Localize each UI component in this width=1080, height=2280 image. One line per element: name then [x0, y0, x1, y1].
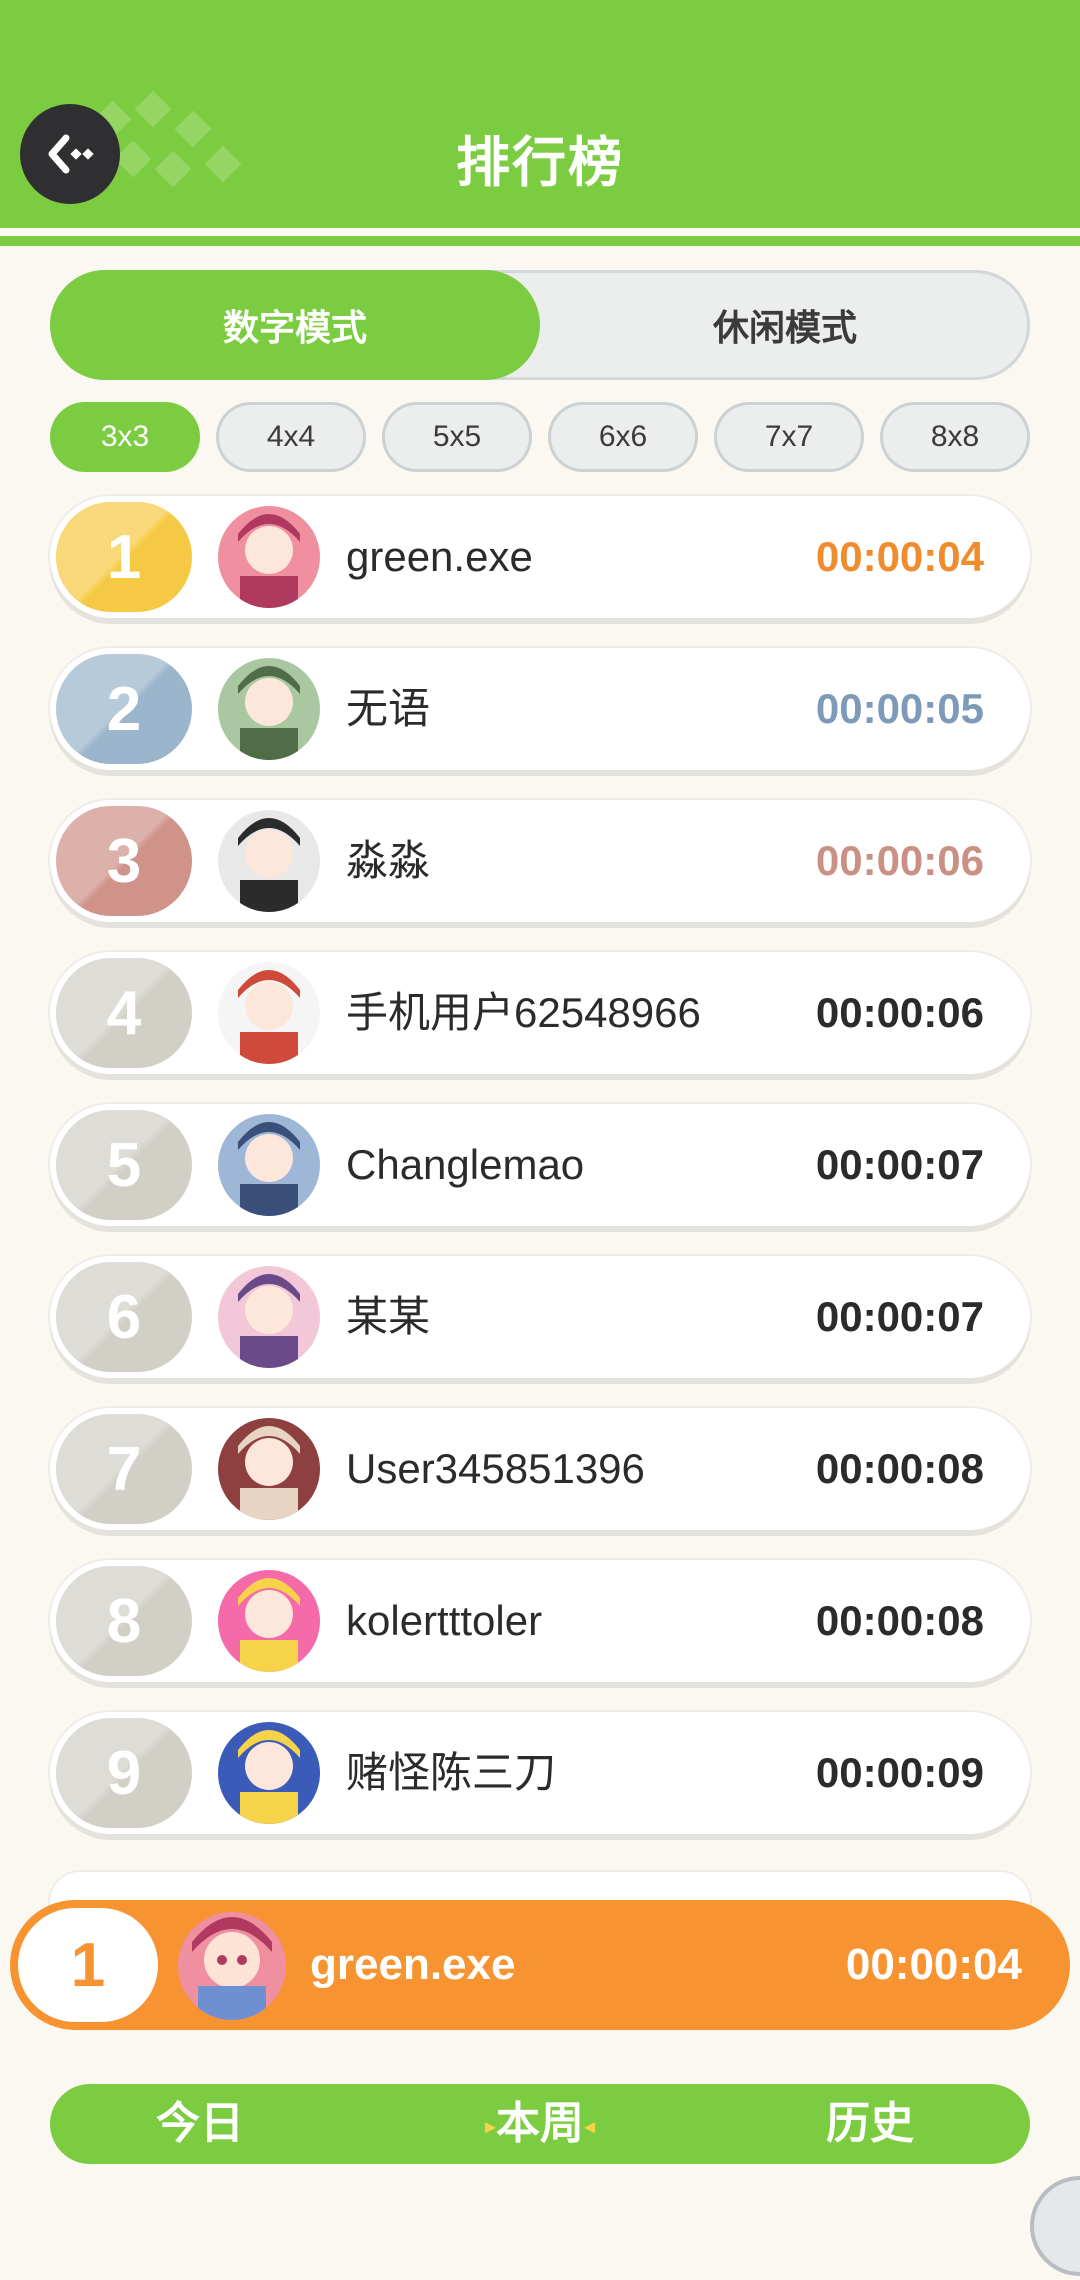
- user-name: green.exe: [346, 533, 533, 580]
- page-title: 排行榜: [456, 133, 624, 193]
- period-tabs: 今日 ▸本周◂ 历史: [50, 2084, 1030, 2164]
- user-name: kolertttoler: [346, 1597, 543, 1644]
- user-avatar: [218, 1722, 320, 1824]
- rank-number: 5: [106, 1130, 142, 1200]
- grid-size-selector: 3x3 4x4 5x5 6x6 7x7 8x8: [50, 402, 1030, 472]
- completion-time: 00:00:04: [815, 533, 984, 580]
- user-avatar: [218, 1418, 320, 1520]
- completion-time: 00:00:08: [815, 1445, 984, 1492]
- rank-number: 3: [106, 826, 142, 896]
- selected-left-arrow-icon: ▸: [484, 2113, 496, 2139]
- completion-time: 00:00:05: [815, 685, 984, 732]
- leaderboard-row[interactable]: 4 手机用户62548966 00:00:06: [50, 952, 1030, 1074]
- user-avatar: [218, 658, 320, 760]
- user-avatar: [218, 1266, 320, 1368]
- completion-time: 00:00:07: [815, 1141, 984, 1188]
- rank-badge: 6: [56, 1262, 192, 1372]
- rank-number: 2: [106, 674, 142, 744]
- leaderboard-row[interactable]: 6 某某 00:00:07: [50, 1256, 1030, 1378]
- rank-badge: 1: [56, 502, 192, 612]
- current-user-name: green.exe: [310, 1940, 516, 1989]
- rank-number: 7: [106, 1434, 142, 1504]
- rank-number: 9: [106, 1738, 142, 1808]
- rank-badge: 4: [56, 958, 192, 1068]
- size-chip-5x5[interactable]: 5x5: [382, 402, 532, 472]
- rank-badge: 9: [56, 1718, 192, 1828]
- current-user-avatar: [178, 1912, 286, 2020]
- leaderboard-row[interactable]: 8 kolertttoler 00:00:08: [50, 1560, 1030, 1682]
- leaderboard-row[interactable]: 1 green.exe 00:00:04: [50, 496, 1030, 618]
- size-chip-3x3[interactable]: 3x3: [50, 402, 200, 472]
- user-name: 无语: [346, 685, 431, 732]
- rank-badge: 8: [56, 1566, 192, 1676]
- mode-toggle: 数字模式 休闲模式: [50, 270, 1030, 380]
- current-user-rank: 1: [18, 1908, 158, 2022]
- leaderboard-row[interactable]: 2 无语 00:00:05: [50, 648, 1030, 770]
- current-user-time: 00:00:04: [845, 1940, 1022, 1989]
- completion-time: 00:00:09: [815, 1749, 984, 1796]
- user-name: 手机用户62548966: [346, 989, 701, 1036]
- size-chip-7x7[interactable]: 7x7: [714, 402, 864, 472]
- rank-number: 1: [106, 522, 142, 592]
- leaderboard-row[interactable]: 3 淼淼 00:00:06: [50, 800, 1030, 922]
- user-avatar: [218, 506, 320, 608]
- tab-this-week[interactable]: ▸本周◂: [390, 2084, 690, 2164]
- user-name: User345851396: [346, 1445, 645, 1492]
- user-name: 赌怪陈三刀: [346, 1749, 557, 1796]
- rank-number: 8: [106, 1586, 142, 1656]
- user-name: 淼淼: [346, 837, 431, 884]
- completion-time: 00:00:07: [815, 1293, 984, 1340]
- tab-history[interactable]: 历史: [720, 2084, 1020, 2164]
- tab-casual-mode[interactable]: 休闲模式: [540, 270, 1030, 380]
- user-avatar: [218, 962, 320, 1064]
- completion-time: 00:00:06: [815, 837, 984, 884]
- user-name: 某某: [346, 1293, 431, 1340]
- header-divider: [0, 236, 1080, 246]
- size-chip-8x8[interactable]: 8x8: [880, 402, 1030, 472]
- selected-right-arrow-icon: ◂: [584, 2113, 596, 2139]
- rank-badge: 3: [56, 806, 192, 916]
- completion-time: 00:00:08: [815, 1597, 984, 1644]
- completion-time: 00:00:06: [815, 989, 984, 1036]
- user-avatar: [218, 1114, 320, 1216]
- floating-assistant-button[interactable]: [1030, 2176, 1080, 2276]
- rank-badge: 2: [56, 654, 192, 764]
- tab-today[interactable]: 今日: [50, 2084, 350, 2164]
- leaderboard-row[interactable]: 9 赌怪陈三刀 00:00:09: [50, 1712, 1030, 1834]
- rank-number: 6: [106, 1282, 142, 1352]
- leaderboard-row[interactable]: 7 User345851396 00:00:08: [50, 1408, 1030, 1530]
- size-chip-6x6[interactable]: 6x6: [548, 402, 698, 472]
- user-avatar: [218, 810, 320, 912]
- size-chip-4x4[interactable]: 4x4: [216, 402, 366, 472]
- leaderboard-row[interactable]: 5 Changlemao 00:00:07: [50, 1104, 1030, 1226]
- rank-badge: 5: [56, 1110, 192, 1220]
- current-user-rank-bar: 1 green.exe 00:00:04: [10, 1900, 1070, 2030]
- user-name: Changlemao: [346, 1141, 585, 1188]
- tab-number-mode[interactable]: 数字模式: [50, 270, 540, 380]
- rank-badge: 7: [56, 1414, 192, 1524]
- header-bar: 排行榜: [0, 0, 1080, 228]
- user-avatar: [218, 1570, 320, 1672]
- rank-number: 4: [106, 978, 142, 1048]
